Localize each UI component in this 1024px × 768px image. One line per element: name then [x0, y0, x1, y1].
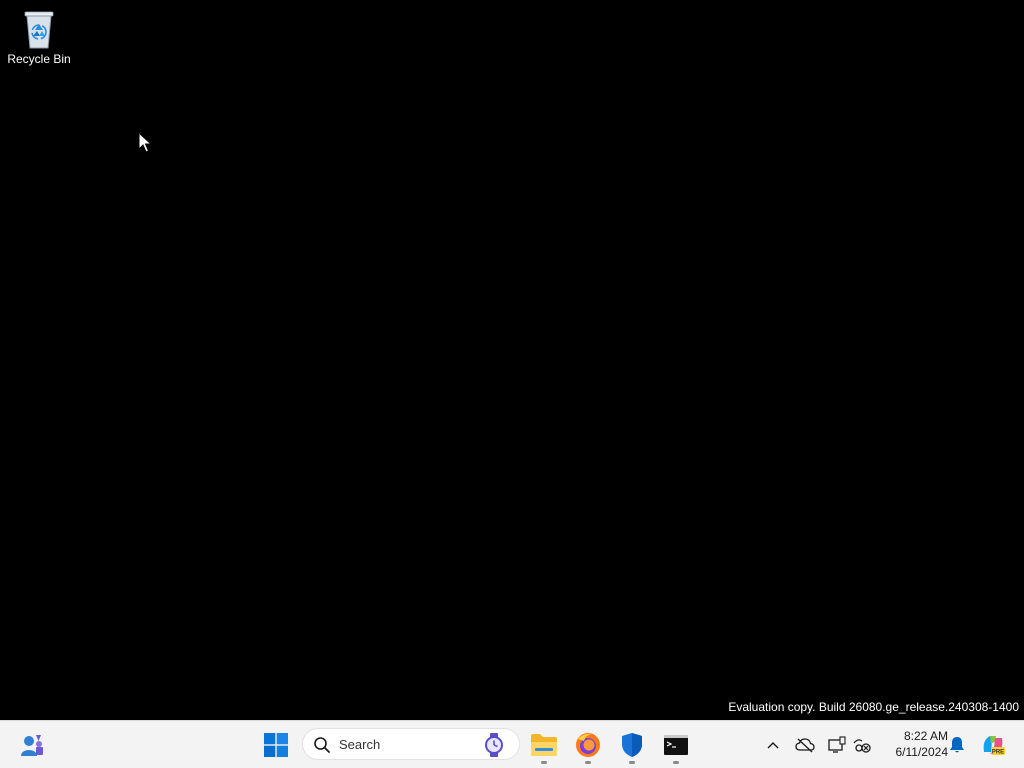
running-indicator: [629, 761, 635, 764]
clock-date: 6/11/2024: [895, 745, 949, 759]
running-indicator: [541, 761, 547, 764]
recycle-bin-icon: [24, 11, 54, 49]
mouse-cursor-icon: [138, 132, 152, 153]
clock[interactable]: 8:22 AM 6/11/2024: [878, 728, 949, 760]
show-hidden-icons-button[interactable]: [762, 734, 784, 756]
taskbar: Search 8:22 AM 6/11/2024 PRE: [0, 720, 1024, 768]
svg-text:PRE: PRE: [992, 750, 1004, 756]
recycle-bin-label: Recycle Bin: [7, 52, 71, 66]
taskbar-command-prompt[interactable]: [656, 725, 696, 765]
search-box[interactable]: Search: [302, 728, 520, 760]
display-icon: [828, 736, 846, 753]
folder-icon: [531, 734, 557, 756]
terminal-icon: [664, 735, 688, 755]
widgets-button[interactable]: [12, 725, 52, 765]
bell-icon: [950, 737, 964, 753]
search-placeholder: Search: [339, 737, 381, 752]
windows-logo-icon: [264, 733, 288, 757]
desktop[interactable]: Recycle Bin Evaluation copy. Build 26080…: [0, 0, 1024, 720]
copilot-button[interactable]: PRE: [980, 732, 1006, 758]
notifications-button[interactable]: [946, 734, 968, 756]
taskbar-windows-security[interactable]: [612, 725, 652, 765]
search-highlight-icon[interactable]: [481, 732, 507, 758]
chevron-up-icon: [767, 742, 779, 749]
running-indicator: [673, 761, 679, 764]
cloud-offline-icon: [795, 738, 815, 753]
recycle-bin-shortcut[interactable]: Recycle Bin: [4, 6, 74, 76]
search-icon: [314, 737, 330, 753]
onedrive-status[interactable]: [794, 734, 816, 756]
shield-icon: [622, 733, 642, 757]
widgets-icon: [21, 735, 43, 756]
firefox-icon: [576, 733, 600, 757]
taskbar-firefox[interactable]: [568, 725, 608, 765]
clock-time: 8:22 AM: [903, 729, 948, 743]
network-status[interactable]: [851, 734, 873, 756]
taskbar-file-explorer[interactable]: [524, 725, 564, 765]
start-button[interactable]: [256, 725, 296, 765]
evaluation-watermark: Evaluation copy. Build 26080.ge_release.…: [728, 700, 1019, 714]
network-icon: [853, 739, 871, 753]
copilot-icon: PRE: [983, 736, 1005, 756]
running-indicator: [585, 761, 591, 764]
display-status[interactable]: [826, 734, 848, 756]
